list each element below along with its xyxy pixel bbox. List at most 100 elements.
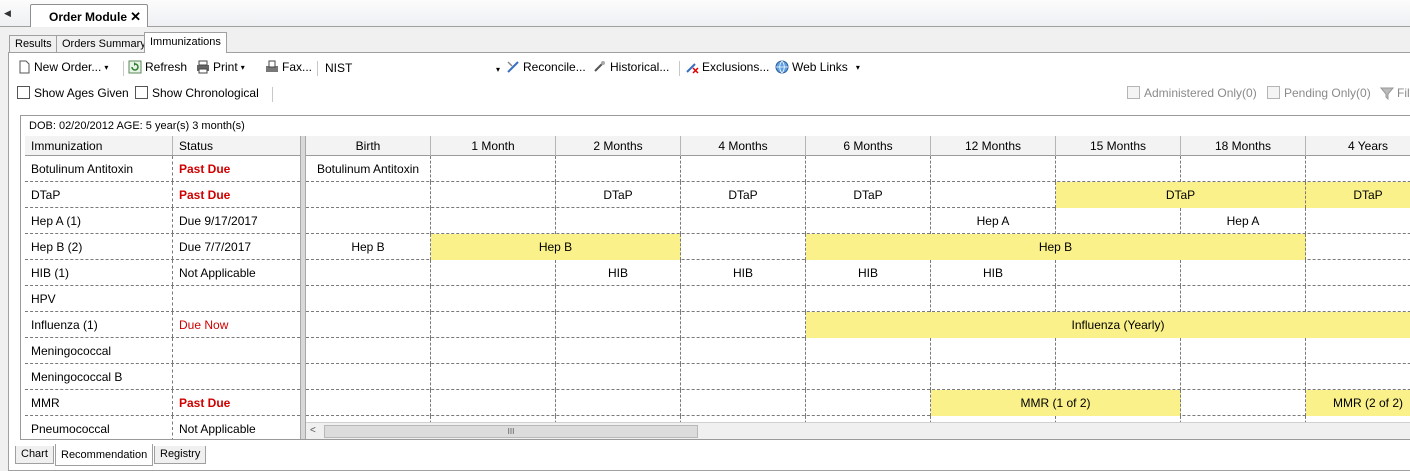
dose-cell[interactable]: DTaP — [681, 182, 806, 208]
age-column-header[interactable]: Birth — [306, 136, 431, 156]
schedule-cell[interactable] — [431, 156, 556, 182]
schedule-cell[interactable] — [931, 286, 1056, 312]
tab-registry[interactable]: Registry — [154, 446, 207, 464]
schedule-cell[interactable] — [306, 338, 431, 364]
schedule-cell[interactable] — [556, 390, 681, 416]
column-header-status[interactable]: Status — [173, 136, 305, 155]
dose-cell[interactable]: DTaP — [1056, 182, 1306, 208]
schedule-cell[interactable] — [681, 286, 806, 312]
dose-cell[interactable]: Hep B — [806, 234, 1306, 260]
schedule-cell[interactable] — [931, 182, 1056, 208]
schedule-cell[interactable] — [556, 338, 681, 364]
dose-cell[interactable]: DTaP — [806, 182, 931, 208]
schedule-cell[interactable] — [681, 234, 806, 260]
web-links-button[interactable]: Web Links ▾ — [775, 60, 860, 78]
schedule-cell[interactable] — [1306, 260, 1410, 286]
chevron-down-icon[interactable]: ▾ — [241, 63, 245, 72]
schedule-cell[interactable] — [931, 338, 1056, 364]
scroll-left-icon[interactable]: < — [310, 425, 316, 436]
schedule-cell[interactable] — [681, 390, 806, 416]
schedule-cell[interactable] — [681, 364, 806, 390]
table-row[interactable]: Hep B (2) Due 7/7/2017 — [25, 234, 305, 260]
nist-schedule-select[interactable]: NIST ▾ — [322, 60, 502, 78]
schedule-cell[interactable] — [1056, 364, 1181, 390]
schedule-cell[interactable] — [306, 390, 431, 416]
age-column-header[interactable]: 12 Months — [931, 136, 1056, 156]
administered-only-checkbox[interactable]: Administered Only(0) — [1127, 86, 1257, 104]
dose-cell[interactable]: HIB — [681, 260, 806, 286]
dose-cell[interactable]: Hep B — [431, 234, 681, 260]
table-row[interactable]: HIB (1) Not Applicable — [25, 260, 305, 286]
tab-chart[interactable]: Chart — [15, 446, 54, 464]
schedule-cell[interactable] — [681, 208, 806, 234]
age-column-header[interactable]: 2 Months — [556, 136, 681, 156]
pending-only-checkbox[interactable]: Pending Only(0) — [1267, 86, 1371, 104]
schedule-cell[interactable] — [306, 208, 431, 234]
dose-cell[interactable]: DTaP — [1306, 182, 1410, 208]
schedule-cell[interactable] — [431, 260, 556, 286]
schedule-cell[interactable] — [431, 364, 556, 390]
dose-cell[interactable]: Botulinum Antitoxin — [306, 156, 431, 182]
age-column-header[interactable]: 4 Months — [681, 136, 806, 156]
checkbox-box[interactable] — [135, 86, 148, 99]
dose-cell[interactable]: HIB — [556, 260, 681, 286]
table-row[interactable]: Influenza (1) Due Now — [25, 312, 305, 338]
dose-cell[interactable]: Hep B — [306, 234, 431, 260]
dose-cell[interactable]: Influenza (Yearly) — [806, 312, 1410, 338]
schedule-cell[interactable] — [431, 390, 556, 416]
age-column-header[interactable]: 6 Months — [806, 136, 931, 156]
table-row[interactable]: HPV — [25, 286, 305, 312]
chevron-down-icon[interactable]: ▾ — [856, 63, 860, 72]
tab-immunizations[interactable]: Immunizations — [144, 32, 227, 53]
dose-cell[interactable]: Hep A — [1181, 208, 1306, 234]
dose-cell[interactable]: HIB — [806, 260, 931, 286]
schedule-cell[interactable] — [931, 156, 1056, 182]
tab-results[interactable]: Results — [9, 35, 58, 53]
schedule-cell[interactable] — [1056, 286, 1181, 312]
schedule-cell[interactable] — [806, 208, 931, 234]
schedule-cell[interactable] — [681, 312, 806, 338]
dose-cell[interactable]: MMR (1 of 2) — [931, 390, 1181, 416]
table-row[interactable]: Meningococcal — [25, 338, 305, 364]
schedule-cell[interactable] — [1181, 156, 1306, 182]
schedule-cell[interactable] — [1306, 156, 1410, 182]
age-column-header[interactable]: 15 Months — [1056, 136, 1181, 156]
table-row[interactable]: Botulinum Antitoxin Past Due — [25, 156, 305, 182]
schedule-cell[interactable] — [431, 338, 556, 364]
schedule-cell[interactable] — [1181, 286, 1306, 312]
age-column-header[interactable]: 4 Years — [1306, 136, 1410, 156]
tab-orders-summary[interactable]: Orders Summary — [56, 35, 152, 53]
schedule-cell[interactable] — [1056, 260, 1181, 286]
schedule-cell[interactable] — [1181, 338, 1306, 364]
schedule-cell[interactable] — [1181, 260, 1306, 286]
table-row[interactable]: MMR Past Due — [25, 390, 305, 416]
schedule-cell[interactable] — [806, 338, 931, 364]
schedule-cell[interactable] — [931, 364, 1056, 390]
checkbox-box[interactable] — [1267, 86, 1280, 99]
new-order-button[interactable]: New Order... ▾ — [17, 60, 108, 78]
tab-scroll-left-icon[interactable]: ◀ — [4, 8, 11, 19]
schedule-cell[interactable] — [306, 312, 431, 338]
schedule-cell[interactable] — [556, 286, 681, 312]
tab-recommendation[interactable]: Recommendation — [55, 444, 154, 466]
dose-cell[interactable]: MMR (2 of 2) — [1306, 390, 1410, 416]
schedule-cell[interactable] — [431, 312, 556, 338]
schedule-cell[interactable] — [1306, 234, 1410, 260]
tab-order-module[interactable]: Order Module ✕ — [30, 4, 148, 27]
schedule-cell[interactable] — [1181, 390, 1306, 416]
table-row[interactable]: DTaP Past Due — [25, 182, 305, 208]
dose-cell[interactable]: HIB — [931, 260, 1056, 286]
dose-cell[interactable]: Hep A — [931, 208, 1056, 234]
schedule-cell[interactable] — [806, 390, 931, 416]
schedule-cell[interactable] — [681, 156, 806, 182]
table-row[interactable]: Pneumococcal Not Applicable — [25, 416, 305, 439]
column-header-immunization[interactable]: Immunization — [25, 136, 173, 155]
schedule-cell[interactable] — [681, 338, 806, 364]
schedule-cell[interactable] — [556, 156, 681, 182]
checkbox-box[interactable] — [1127, 86, 1140, 99]
schedule-cell[interactable] — [431, 286, 556, 312]
horizontal-scrollbar[interactable]: < III — [306, 422, 1410, 439]
show-chronological-checkbox[interactable]: Show Chronological — [135, 86, 259, 104]
schedule-cell[interactable] — [806, 286, 931, 312]
schedule-cell[interactable] — [806, 364, 931, 390]
